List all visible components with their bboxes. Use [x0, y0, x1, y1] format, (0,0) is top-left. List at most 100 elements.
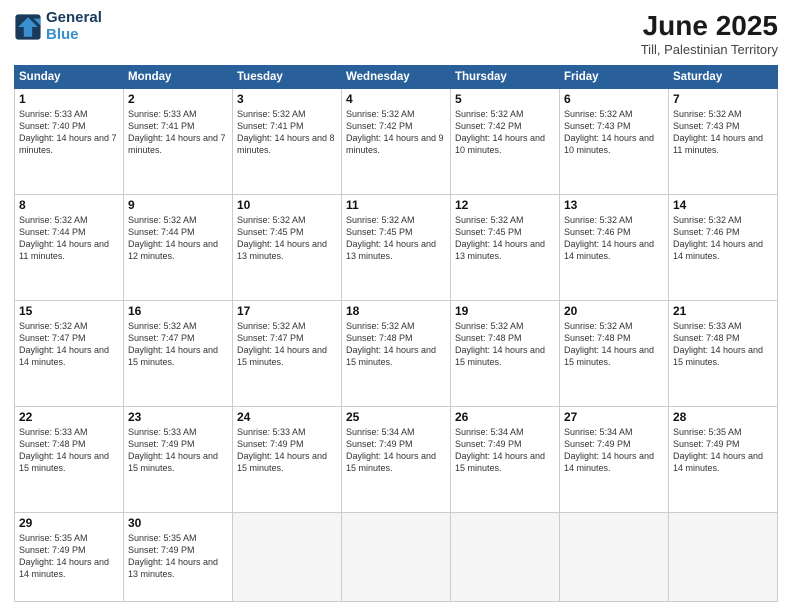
- day-number: 17: [237, 304, 337, 318]
- day-cell: 30 Sunrise: 5:35 AMSunset: 7:49 PMDaylig…: [124, 512, 233, 601]
- day-cell: 2 Sunrise: 5:33 AMSunset: 7:41 PMDayligh…: [124, 89, 233, 195]
- day-cell: 8 Sunrise: 5:32 AMSunset: 7:44 PMDayligh…: [15, 194, 124, 300]
- day-number: 20: [564, 304, 664, 318]
- day-info: Sunrise: 5:35 AMSunset: 7:49 PMDaylight:…: [128, 532, 228, 581]
- header: General Blue June 2025 Till, Palestinian…: [14, 10, 778, 57]
- day-info: Sunrise: 5:35 AMSunset: 7:49 PMDaylight:…: [673, 426, 773, 475]
- day-info: Sunrise: 5:33 AMSunset: 7:41 PMDaylight:…: [128, 108, 228, 157]
- location: Till, Palestinian Territory: [641, 42, 778, 57]
- day-cell: 16 Sunrise: 5:32 AMSunset: 7:47 PMDaylig…: [124, 300, 233, 406]
- day-cell: 11 Sunrise: 5:32 AMSunset: 7:45 PMDaylig…: [342, 194, 451, 300]
- day-info: Sunrise: 5:32 AMSunset: 7:48 PMDaylight:…: [346, 320, 446, 369]
- month-title: June 2025: [641, 10, 778, 42]
- title-block: June 2025 Till, Palestinian Territory: [641, 10, 778, 57]
- calendar-body: 1 Sunrise: 5:33 AMSunset: 7:40 PMDayligh…: [15, 89, 778, 602]
- day-cell: 1 Sunrise: 5:33 AMSunset: 7:40 PMDayligh…: [15, 89, 124, 195]
- week-row-4: 22 Sunrise: 5:33 AMSunset: 7:48 PMDaylig…: [15, 406, 778, 512]
- day-cell: 15 Sunrise: 5:32 AMSunset: 7:47 PMDaylig…: [15, 300, 124, 406]
- day-cell: 28 Sunrise: 5:35 AMSunset: 7:49 PMDaylig…: [669, 406, 778, 512]
- logo-icon: [14, 13, 42, 41]
- day-number: 4: [346, 92, 446, 106]
- day-number: 8: [19, 198, 119, 212]
- day-info: Sunrise: 5:32 AMSunset: 7:47 PMDaylight:…: [237, 320, 337, 369]
- day-number: 21: [673, 304, 773, 318]
- day-info: Sunrise: 5:32 AMSunset: 7:48 PMDaylight:…: [564, 320, 664, 369]
- day-info: Sunrise: 5:33 AMSunset: 7:40 PMDaylight:…: [19, 108, 119, 157]
- day-cell: 25 Sunrise: 5:34 AMSunset: 7:49 PMDaylig…: [342, 406, 451, 512]
- day-number: 29: [19, 516, 119, 530]
- day-number: 1: [19, 92, 119, 106]
- day-info: Sunrise: 5:32 AMSunset: 7:45 PMDaylight:…: [237, 214, 337, 263]
- day-info: Sunrise: 5:32 AMSunset: 7:48 PMDaylight:…: [455, 320, 555, 369]
- day-info: Sunrise: 5:34 AMSunset: 7:49 PMDaylight:…: [455, 426, 555, 475]
- logo: General Blue: [14, 10, 102, 43]
- day-cell: 29 Sunrise: 5:35 AMSunset: 7:49 PMDaylig…: [15, 512, 124, 601]
- day-info: Sunrise: 5:32 AMSunset: 7:45 PMDaylight:…: [455, 214, 555, 263]
- calendar-table: Sunday Monday Tuesday Wednesday Thursday…: [14, 65, 778, 602]
- day-cell: 22 Sunrise: 5:33 AMSunset: 7:48 PMDaylig…: [15, 406, 124, 512]
- day-info: Sunrise: 5:35 AMSunset: 7:49 PMDaylight:…: [19, 532, 119, 581]
- day-number: 9: [128, 198, 228, 212]
- day-number: 25: [346, 410, 446, 424]
- day-cell: 20 Sunrise: 5:32 AMSunset: 7:48 PMDaylig…: [560, 300, 669, 406]
- day-number: 28: [673, 410, 773, 424]
- day-number: 6: [564, 92, 664, 106]
- day-cell: 9 Sunrise: 5:32 AMSunset: 7:44 PMDayligh…: [124, 194, 233, 300]
- day-info: Sunrise: 5:33 AMSunset: 7:48 PMDaylight:…: [19, 426, 119, 475]
- day-number: 26: [455, 410, 555, 424]
- day-number: 11: [346, 198, 446, 212]
- logo-line2: Blue: [46, 26, 79, 43]
- day-info: Sunrise: 5:32 AMSunset: 7:46 PMDaylight:…: [673, 214, 773, 263]
- day-number: 16: [128, 304, 228, 318]
- day-info: Sunrise: 5:32 AMSunset: 7:44 PMDaylight:…: [128, 214, 228, 263]
- day-cell: 23 Sunrise: 5:33 AMSunset: 7:49 PMDaylig…: [124, 406, 233, 512]
- day-cell: 4 Sunrise: 5:32 AMSunset: 7:42 PMDayligh…: [342, 89, 451, 195]
- header-friday: Friday: [560, 66, 669, 89]
- header-monday: Monday: [124, 66, 233, 89]
- day-number: 30: [128, 516, 228, 530]
- day-cell: 18 Sunrise: 5:32 AMSunset: 7:48 PMDaylig…: [342, 300, 451, 406]
- day-cell: [560, 512, 669, 601]
- day-info: Sunrise: 5:32 AMSunset: 7:44 PMDaylight:…: [19, 214, 119, 263]
- day-info: Sunrise: 5:34 AMSunset: 7:49 PMDaylight:…: [564, 426, 664, 475]
- day-number: 23: [128, 410, 228, 424]
- day-cell: [669, 512, 778, 601]
- day-cell: [342, 512, 451, 601]
- calendar-header: Sunday Monday Tuesday Wednesday Thursday…: [15, 66, 778, 89]
- day-number: 3: [237, 92, 337, 106]
- day-cell: 10 Sunrise: 5:32 AMSunset: 7:45 PMDaylig…: [233, 194, 342, 300]
- day-cell: [451, 512, 560, 601]
- day-number: 12: [455, 198, 555, 212]
- day-info: Sunrise: 5:32 AMSunset: 7:47 PMDaylight:…: [128, 320, 228, 369]
- day-info: Sunrise: 5:33 AMSunset: 7:49 PMDaylight:…: [237, 426, 337, 475]
- day-number: 27: [564, 410, 664, 424]
- header-thursday: Thursday: [451, 66, 560, 89]
- day-cell: 21 Sunrise: 5:33 AMSunset: 7:48 PMDaylig…: [669, 300, 778, 406]
- day-info: Sunrise: 5:32 AMSunset: 7:45 PMDaylight:…: [346, 214, 446, 263]
- day-info: Sunrise: 5:33 AMSunset: 7:49 PMDaylight:…: [128, 426, 228, 475]
- day-info: Sunrise: 5:32 AMSunset: 7:41 PMDaylight:…: [237, 108, 337, 157]
- header-tuesday: Tuesday: [233, 66, 342, 89]
- day-number: 22: [19, 410, 119, 424]
- day-info: Sunrise: 5:33 AMSunset: 7:48 PMDaylight:…: [673, 320, 773, 369]
- header-row: Sunday Monday Tuesday Wednesday Thursday…: [15, 66, 778, 89]
- day-number: 18: [346, 304, 446, 318]
- day-cell: 6 Sunrise: 5:32 AMSunset: 7:43 PMDayligh…: [560, 89, 669, 195]
- day-number: 19: [455, 304, 555, 318]
- day-number: 5: [455, 92, 555, 106]
- day-cell: 19 Sunrise: 5:32 AMSunset: 7:48 PMDaylig…: [451, 300, 560, 406]
- header-saturday: Saturday: [669, 66, 778, 89]
- day-number: 2: [128, 92, 228, 106]
- day-number: 14: [673, 198, 773, 212]
- day-number: 13: [564, 198, 664, 212]
- week-row-3: 15 Sunrise: 5:32 AMSunset: 7:47 PMDaylig…: [15, 300, 778, 406]
- week-row-1: 1 Sunrise: 5:33 AMSunset: 7:40 PMDayligh…: [15, 89, 778, 195]
- day-cell: 14 Sunrise: 5:32 AMSunset: 7:46 PMDaylig…: [669, 194, 778, 300]
- day-cell: 7 Sunrise: 5:32 AMSunset: 7:43 PMDayligh…: [669, 89, 778, 195]
- day-number: 7: [673, 92, 773, 106]
- day-info: Sunrise: 5:32 AMSunset: 7:42 PMDaylight:…: [455, 108, 555, 157]
- day-cell: 12 Sunrise: 5:32 AMSunset: 7:45 PMDaylig…: [451, 194, 560, 300]
- day-number: 24: [237, 410, 337, 424]
- day-cell: 13 Sunrise: 5:32 AMSunset: 7:46 PMDaylig…: [560, 194, 669, 300]
- day-info: Sunrise: 5:34 AMSunset: 7:49 PMDaylight:…: [346, 426, 446, 475]
